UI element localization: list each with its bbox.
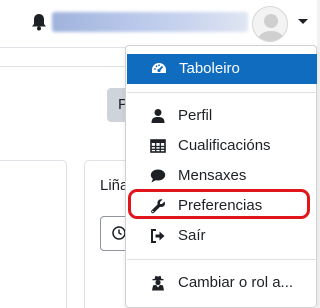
menu-item-profile[interactable]: Perfil: [126, 101, 316, 131]
menu-item-label: Mensaxes: [178, 167, 247, 184]
menu-item-label: Taboleiro: [179, 60, 240, 77]
highlight-annotation: [128, 189, 310, 219]
chat-bubble-icon: [150, 168, 166, 184]
sign-out-icon: [150, 228, 166, 244]
menu-item-label: Cualificacións: [178, 137, 271, 154]
left-card: [0, 160, 67, 308]
bell-icon[interactable]: [31, 13, 47, 31]
menu-divider: [127, 92, 317, 93]
clock-icon: [112, 226, 126, 240]
user-icon: [150, 108, 166, 124]
user-secret-icon: [150, 275, 166, 291]
menu-item-messages[interactable]: Mensaxes: [126, 161, 316, 191]
user-menu-dropdown: Taboleiro Perfil Cualificacións Mensaxes…: [125, 45, 317, 308]
menu-item-switch-role[interactable]: Cambiar o rol a...: [126, 268, 316, 298]
table-grid-icon: [150, 138, 166, 154]
caret-down-icon[interactable]: [298, 19, 308, 24]
top-navbar: [0, 0, 317, 48]
menu-divider: [127, 259, 317, 260]
dashboard-gauge-icon: [151, 61, 167, 77]
menu-item-logout[interactable]: Saír: [126, 221, 316, 251]
menu-item-label: Saír: [178, 227, 206, 244]
menu-item-grades[interactable]: Cualificacións: [126, 131, 316, 161]
menu-item-label: Cambiar o rol a...: [178, 274, 294, 291]
menu-item-label: Perfil: [178, 107, 213, 124]
menu-item-dashboard[interactable]: Taboleiro: [127, 54, 317, 84]
avatar[interactable]: [252, 6, 288, 42]
user-name-blurred[interactable]: [52, 12, 248, 32]
